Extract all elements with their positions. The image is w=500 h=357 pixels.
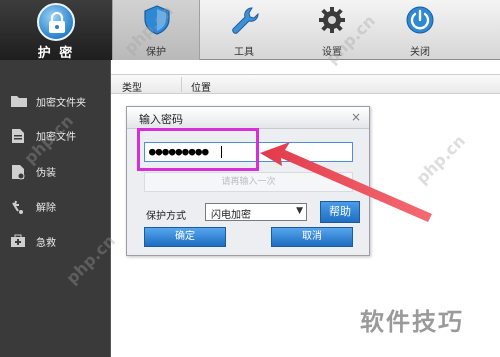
watermark-corner-text: 软件技巧 <box>360 308 464 336</box>
